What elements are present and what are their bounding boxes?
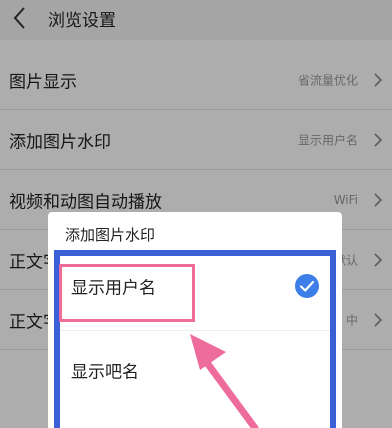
check-circle-icon: [295, 274, 319, 298]
option-show-bar-name[interactable]: 显示吧名: [60, 340, 330, 400]
annotation-highlight-box: [59, 264, 195, 322]
option-divider: [60, 330, 330, 331]
option-label: 显示吧名: [71, 362, 139, 383]
dialog-title: 添加图片水印: [65, 226, 156, 244]
